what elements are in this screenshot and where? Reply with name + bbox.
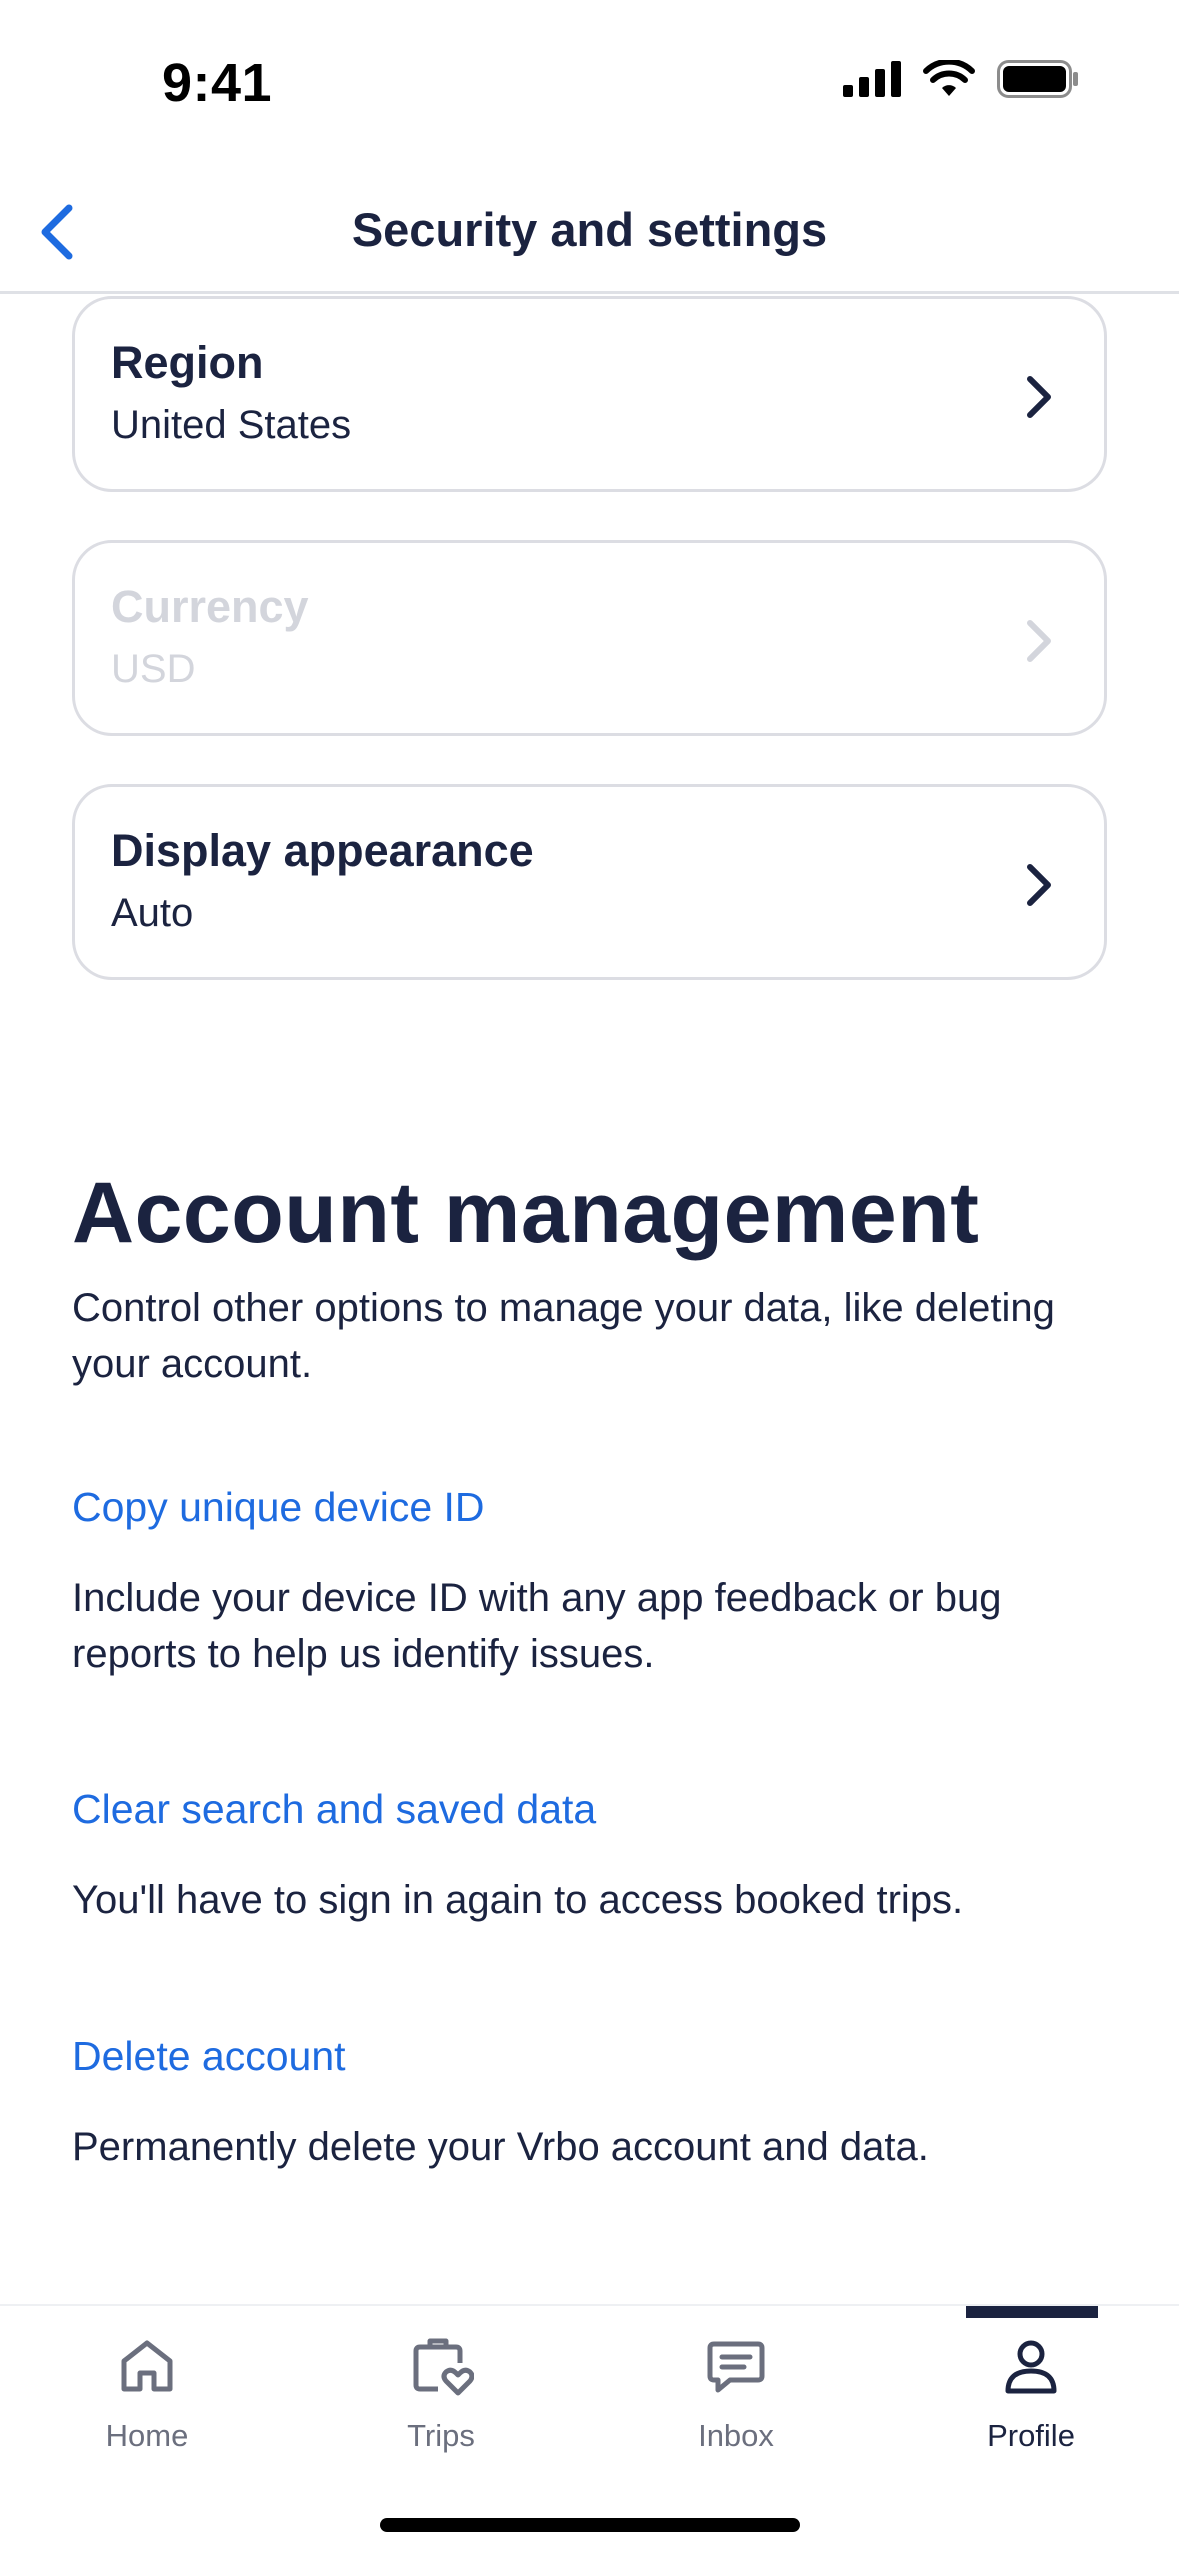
home-indicator [380, 2518, 800, 2532]
screen: 9:41 Security and settings Region United… [0, 0, 1179, 2556]
card-title: Currency [111, 581, 309, 632]
profile-person-icon [991, 2326, 1071, 2406]
chevron-right-icon [1027, 864, 1051, 906]
copy-device-id-description: Include your device ID with any app feed… [72, 1576, 1002, 1676]
tab-inbox[interactable]: Inbox [589, 2306, 883, 2476]
tab-label: Home [105, 2418, 189, 2453]
card-value: Auto [111, 891, 194, 935]
chevron-right-icon [1027, 620, 1051, 662]
trips-suitcase-heart-icon [401, 2326, 481, 2406]
account-management-description: Control other options to manage your dat… [72, 1286, 1055, 1386]
inbox-message-icon [696, 2326, 776, 2406]
tab-home[interactable]: Home [0, 2306, 294, 2476]
currency-setting-card[interactable]: Currency USD [72, 540, 1107, 736]
card-value: USD [111, 647, 196, 691]
card-title: Display appearance [111, 825, 534, 876]
status-time: 9:41 [162, 53, 273, 113]
account-management-heading: Account management [72, 1165, 980, 1261]
display-appearance-setting-card[interactable]: Display appearance Auto [72, 784, 1107, 980]
page-title: Security and settings [351, 203, 828, 256]
region-setting-card[interactable]: Region United States [72, 296, 1107, 492]
status-icons [843, 60, 1079, 98]
nav-header: Security and settings [0, 170, 1179, 294]
delete-account-link[interactable]: Delete account [72, 2033, 346, 2080]
cellular-signal-icon [843, 61, 901, 97]
status-bar: 9:41 [0, 0, 1179, 170]
active-tab-indicator [966, 2306, 1098, 2318]
home-icon [107, 2326, 187, 2406]
chevron-right-icon [1027, 376, 1051, 418]
tab-trips[interactable]: Trips [294, 2306, 588, 2476]
tab-label: Profile [987, 2418, 1075, 2453]
copy-device-id-link[interactable]: Copy unique device ID [72, 1484, 485, 1531]
card-title: Region [111, 337, 264, 388]
tab-label: Inbox [698, 2418, 774, 2453]
clear-search-data-link[interactable]: Clear search and saved data [72, 1786, 596, 1833]
delete-account-description: Permanently delete your Vrbo account and… [72, 2125, 929, 2169]
card-value: United States [111, 403, 352, 447]
tab-label: Trips [407, 2418, 475, 2453]
battery-icon [997, 60, 1078, 98]
clear-search-data-description: You'll have to sign in again to access b… [72, 1878, 964, 1922]
tab-profile[interactable]: Profile [884, 2306, 1178, 2476]
wifi-icon [923, 60, 975, 96]
